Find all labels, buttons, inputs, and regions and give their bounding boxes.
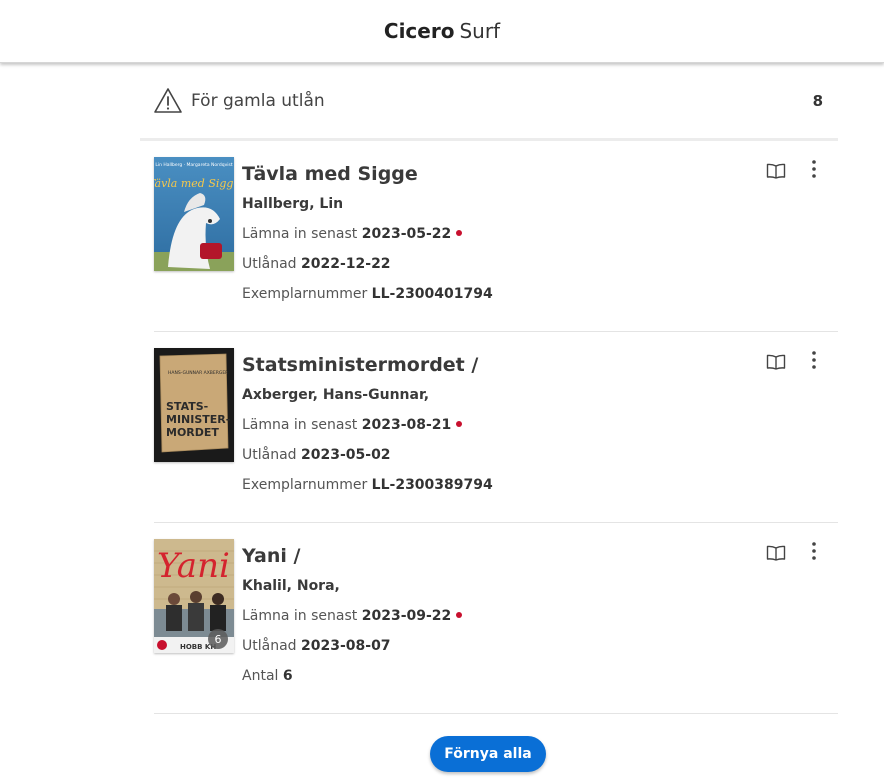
loan-author: Hallberg, Lin — [242, 196, 344, 212]
due-date-row: Lämna in senast 2023-05-22 — [242, 224, 493, 244]
loaned-date: 2023-08-07 — [301, 638, 391, 654]
copy-number-row: Exemplarnummer LL-2300389794 — [242, 475, 493, 495]
due-date: 2023-08-21 — [361, 417, 452, 433]
book-cover[interactable]: HOBB KH Yani 6 — [154, 539, 234, 653]
overdue-dot — [456, 612, 463, 618]
loaned-date-row: Utlånad 2023-05-02 — [242, 445, 493, 465]
vertical-dots-icon — [812, 160, 816, 178]
read-book-button[interactable] — [764, 350, 788, 374]
loans-content: För gamla utlån 8 Lin Hallberg · Margare… — [140, 63, 838, 714]
loaned-label: Utlånad — [242, 256, 297, 272]
app-title-bold: Cicero — [383, 19, 455, 43]
open-book-icon — [766, 354, 786, 370]
loaned-date-row: Utlånad 2022-12-22 — [242, 254, 493, 274]
due-label: Lämna in senast — [242, 226, 358, 242]
loan-info: Tävla med Sigge Hallberg, Lin Lämna in s… — [242, 160, 493, 304]
loaned-date-row: Utlånad 2023-08-07 — [242, 636, 462, 656]
quantity-label: Antal — [242, 668, 279, 684]
loan-item: Lin Hallberg · Margareta Nordqvist Tävla… — [154, 141, 838, 332]
more-options-button[interactable] — [806, 348, 822, 372]
overdue-dot — [456, 230, 463, 236]
loaned-date: 2022-12-22 — [301, 256, 391, 272]
cover-title: Yani — [157, 546, 230, 586]
loan-author: Axberger, Hans-Gunnar, — [242, 387, 430, 403]
loaned-label: Utlånad — [242, 447, 297, 463]
vertical-dots-icon — [812, 351, 816, 369]
loaned-label: Utlånad — [242, 638, 297, 654]
overdue-section-header: För gamla utlån 8 — [140, 63, 838, 141]
section-title: För gamla utlån — [191, 90, 325, 111]
cover-author: HANS-GUNNAR AXBERGER — [168, 370, 228, 376]
loan-author: Khalil, Nora, — [242, 578, 340, 594]
cover-title-line-1: STATS- — [166, 400, 208, 413]
renew-all-container: Förnya alla — [430, 736, 546, 772]
more-options-button[interactable] — [806, 539, 822, 563]
loan-info: Statsministermordet / Axberger, Hans-Gun… — [242, 351, 493, 495]
warning-triangle-icon — [154, 87, 182, 113]
app-title-light: Surf — [459, 19, 501, 43]
book-cover[interactable]: HANS-GUNNAR AXBERGER STATS- MINISTER- MO… — [154, 348, 234, 462]
due-date: 2023-09-22 — [361, 608, 452, 624]
loan-title[interactable]: Statsministermordet / — [242, 351, 493, 379]
quantity-value: 6 — [282, 668, 293, 684]
loaned-date: 2023-05-02 — [301, 447, 391, 463]
loan-item: HOBB KH Yani 6 Yani / Khalil, Nora, Lämn… — [154, 523, 838, 714]
cover-title-line-3: MORDET — [166, 426, 219, 439]
book-cover[interactable]: Lin Hallberg · Margareta Nordqvist Tävla… — [154, 157, 234, 271]
read-book-button[interactable] — [764, 159, 788, 183]
quantity-row: Antal 6 — [242, 666, 462, 686]
copy-number-row: Exemplarnummer LL-2300401794 — [242, 284, 493, 304]
copy-label: Exemplarnummer — [242, 286, 368, 302]
copy-count-badge: 6 — [208, 629, 228, 649]
due-date-row: Lämna in senast 2023-09-22 — [242, 606, 463, 626]
loan-title[interactable]: Yani / — [242, 542, 462, 570]
loan-title[interactable]: Tävla med Sigge — [242, 160, 493, 188]
cover-title-line-2: MINISTER- — [166, 413, 230, 426]
app-header: Cicero Surf — [0, 0, 884, 63]
more-options-button[interactable] — [806, 157, 822, 181]
renew-all-button[interactable]: Förnya alla — [430, 736, 546, 772]
overdue-dot — [456, 421, 463, 427]
due-date: 2023-05-22 — [361, 226, 452, 242]
section-count: 8 — [812, 91, 823, 110]
due-label: Lämna in senast — [242, 608, 358, 624]
copy-number: LL-2300401794 — [371, 286, 493, 302]
copy-label: Exemplarnummer — [242, 477, 368, 493]
vertical-dots-icon — [812, 542, 816, 560]
loan-item: HANS-GUNNAR AXBERGER STATS- MINISTER- MO… — [154, 332, 838, 523]
loan-info: Yani / Khalil, Nora, Lämna in senast 202… — [242, 542, 463, 686]
due-date-row: Lämna in senast 2023-08-21 — [242, 415, 493, 435]
due-label: Lämna in senast — [242, 417, 358, 433]
open-book-icon — [766, 163, 786, 179]
open-book-icon — [766, 545, 786, 561]
read-book-button[interactable] — [764, 541, 788, 565]
cover-authors: Lin Hallberg · Margareta Nordqvist — [155, 162, 233, 168]
cover-title: Tävla med Sigge — [154, 177, 234, 190]
copy-number: LL-2300389794 — [371, 477, 493, 493]
